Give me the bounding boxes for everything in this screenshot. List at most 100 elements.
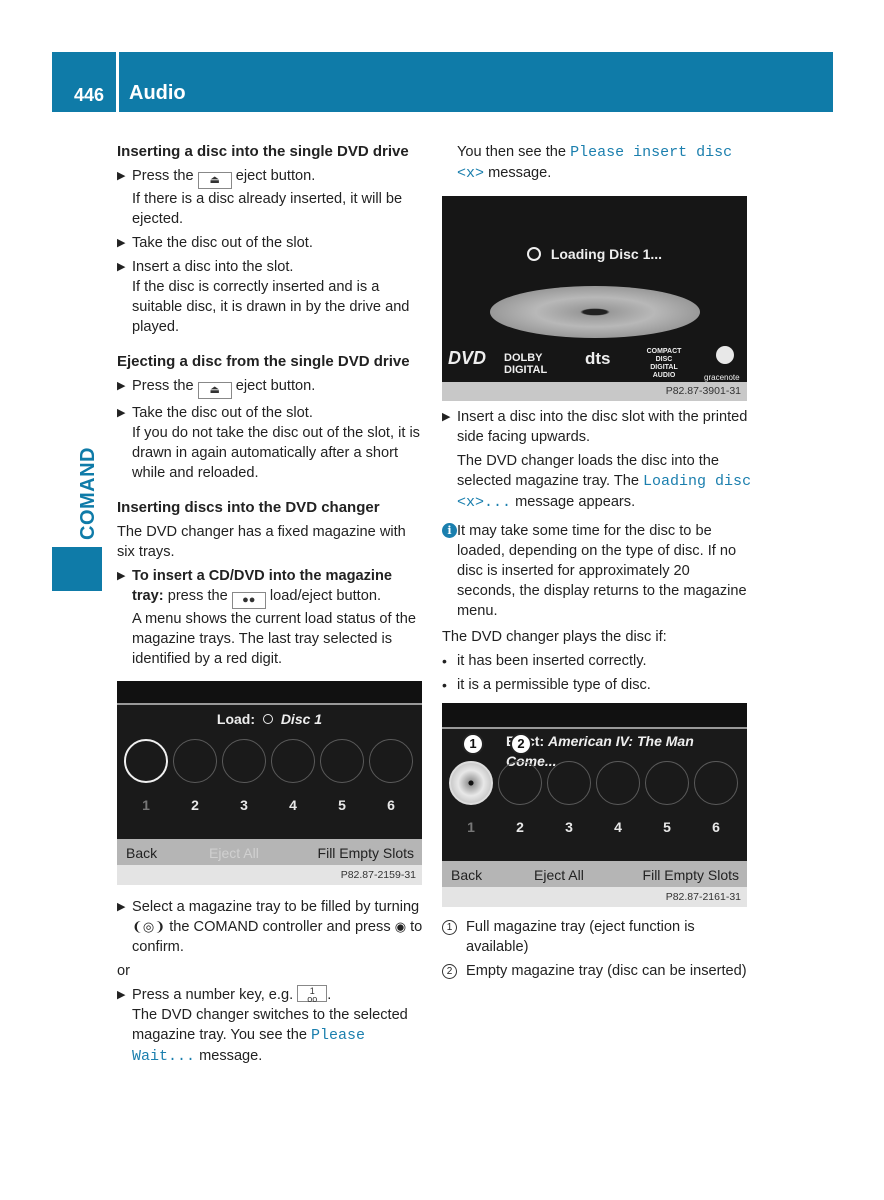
- step: ▶ Press a number key, e.g. 1 oo . The DV…: [117, 985, 408, 1065]
- magazine-tray[interactable]: [547, 761, 591, 805]
- step: ▶ Press the ⏏ eject button.: [117, 376, 427, 399]
- magazine-tray[interactable]: [369, 739, 413, 783]
- intro-text: You then see the Please insert disc <x> …: [457, 144, 733, 182]
- side-tab-label: COMAND: [77, 447, 99, 540]
- tray-number: 3: [565, 819, 573, 835]
- step: ▶ Select a magazine tray to be filled by…: [117, 899, 423, 955]
- bullet-item: • it is a permissible type of disc.: [442, 677, 651, 693]
- or-text: or: [117, 963, 130, 979]
- header-divider: [116, 52, 119, 112]
- step: ▶ Take the disc out of the slot. If you …: [117, 405, 420, 481]
- step-arrow-icon: ▶: [117, 170, 126, 182]
- tray-number: 1: [467, 819, 475, 835]
- screen-top-bar: [442, 703, 747, 729]
- magazine-tray[interactable]: [694, 761, 738, 805]
- legend-item: 2 Empty magazine tray (disc can be inser…: [442, 961, 752, 981]
- side-tab-marker: [52, 547, 102, 591]
- step: ▶ To insert a CD/DVD into the magazine t…: [117, 568, 416, 667]
- step-arrow-icon: ▶: [117, 570, 126, 582]
- eject-menu-screenshot: Eject: American IV: The Man Come... 1234…: [442, 703, 747, 907]
- step-note: If you do not take the disc out of the s…: [132, 425, 420, 481]
- page-number: 446: [74, 85, 105, 105]
- figure-reference: P82.87-2161-31: [442, 887, 747, 907]
- right-column: You then see the Please insert disc <x> …: [442, 142, 752, 981]
- step: ▶ Press the ⏏ eject button. If there is …: [117, 168, 403, 227]
- bullet-icon: •: [442, 653, 447, 669]
- eject-key-icon: ⏏: [197, 172, 232, 189]
- page-title: Audio: [129, 82, 186, 104]
- fill-empty-slots-menu-item[interactable]: Fill Empty Slots: [318, 843, 414, 863]
- section-heading: Ejecting a disc from the single DVD driv…: [117, 353, 410, 370]
- tray-number: 2: [516, 819, 524, 835]
- callout-number-icon: 2: [442, 964, 457, 979]
- magazine-tray-full[interactable]: [449, 761, 493, 805]
- section-heading: Inserting a disc into the single DVD dri…: [117, 143, 409, 160]
- controller-turn-icon: ❨◎❩: [132, 919, 166, 934]
- disc-image: [490, 286, 700, 338]
- magazine-tray[interactable]: [222, 739, 266, 783]
- step-arrow-icon: ▶: [117, 989, 126, 1001]
- step-arrow-icon: ▶: [117, 261, 126, 273]
- step: ▶ Take the disc out of the slot.: [117, 235, 313, 251]
- page-header: 446 Audio: [52, 52, 833, 112]
- loading-disc-screenshot: Loading Disc 1... DVD DOLBY DIGITAL dts …: [442, 196, 747, 401]
- figure-reference: P82.87-3901-31: [442, 382, 747, 401]
- tray-number: 5: [663, 819, 671, 835]
- legend-item: 1 Full magazine tray (eject function is …: [442, 917, 752, 957]
- magazine-tray[interactable]: [320, 739, 364, 783]
- loading-text: Loading Disc 1...: [442, 244, 747, 264]
- tray-number: 4: [289, 797, 297, 813]
- tray-number: 6: [712, 819, 720, 835]
- plays-if-text: The DVD changer plays the disc if:: [442, 629, 667, 645]
- left-column: Inserting a disc into the single DVD dri…: [117, 142, 427, 1067]
- step-arrow-icon: ▶: [442, 411, 451, 423]
- section-intro: The DVD changer has a fixed magazine wit…: [117, 524, 406, 560]
- dts-logo: dts: [585, 349, 611, 368]
- step-arrow-icon: ▶: [117, 901, 126, 913]
- section-heading: Inserting discs into the DVD changer: [117, 499, 380, 516]
- info-icon: i: [442, 523, 457, 538]
- bullet-icon: •: [442, 677, 447, 693]
- step: ▶ Insert a disc into the disc slot with …: [442, 409, 752, 511]
- eject-all-menu-item[interactable]: Eject All: [534, 865, 584, 885]
- eject-all-menu-item[interactable]: Eject All: [209, 843, 259, 863]
- bullet-item: • it has been inserted correctly.: [442, 653, 647, 669]
- callout-2: 2: [510, 733, 532, 755]
- tray-number: 4: [614, 819, 622, 835]
- step-arrow-icon: ▶: [117, 237, 126, 249]
- legend: 1 Full magazine tray (eject function is …: [442, 917, 752, 981]
- dvd-logo: DVD: [448, 348, 487, 368]
- screen-menu-bar: Back Eject All Fill Empty Slots: [117, 839, 422, 865]
- step-note: If there is a disc already inserted, it …: [132, 191, 403, 227]
- magazine-tray[interactable]: [596, 761, 640, 805]
- screen-title: Load: Disc 1: [216, 711, 323, 727]
- magazine-tray[interactable]: [173, 739, 217, 783]
- back-menu-item[interactable]: Back: [126, 843, 157, 863]
- loading-spinner-icon: [526, 247, 541, 261]
- tray-number: 2: [191, 797, 199, 813]
- screen-menu-bar: Back Eject All Fill Empty Slots: [442, 861, 747, 887]
- magazine-tray[interactable]: [645, 761, 689, 805]
- magazine-tray[interactable]: [498, 761, 542, 805]
- callout-number-icon: 1: [442, 920, 457, 935]
- tray-number: 3: [240, 797, 248, 813]
- figure-reference: P82.87-2159-31: [117, 865, 422, 885]
- dolby-logo: DOLBY DIGITAL: [504, 352, 548, 376]
- step-note: A menu shows the current load status of …: [132, 611, 416, 667]
- tray-number: 6: [387, 797, 395, 813]
- controller-press-icon: ◉: [394, 919, 407, 934]
- magazine-tray[interactable]: [124, 739, 168, 783]
- fill-empty-slots-menu-item[interactable]: Fill Empty Slots: [643, 865, 739, 885]
- back-menu-item[interactable]: Back: [451, 865, 482, 885]
- tray-number: 1: [142, 797, 150, 813]
- number-key-icon: 1 oo: [297, 985, 328, 1004]
- callout-1: 1: [462, 733, 484, 755]
- step-note: If the disc is correctly inserted and is…: [132, 279, 410, 335]
- magazine-tray[interactable]: [271, 739, 315, 783]
- step-arrow-icon: ▶: [117, 380, 126, 392]
- step-arrow-icon: ▶: [117, 407, 126, 419]
- eject-key-icon: ⏏: [197, 382, 232, 399]
- step: ▶ Insert a disc into the slot. If the di…: [117, 259, 410, 335]
- tray-number: 5: [338, 797, 346, 813]
- gracenote-icon: [716, 346, 734, 364]
